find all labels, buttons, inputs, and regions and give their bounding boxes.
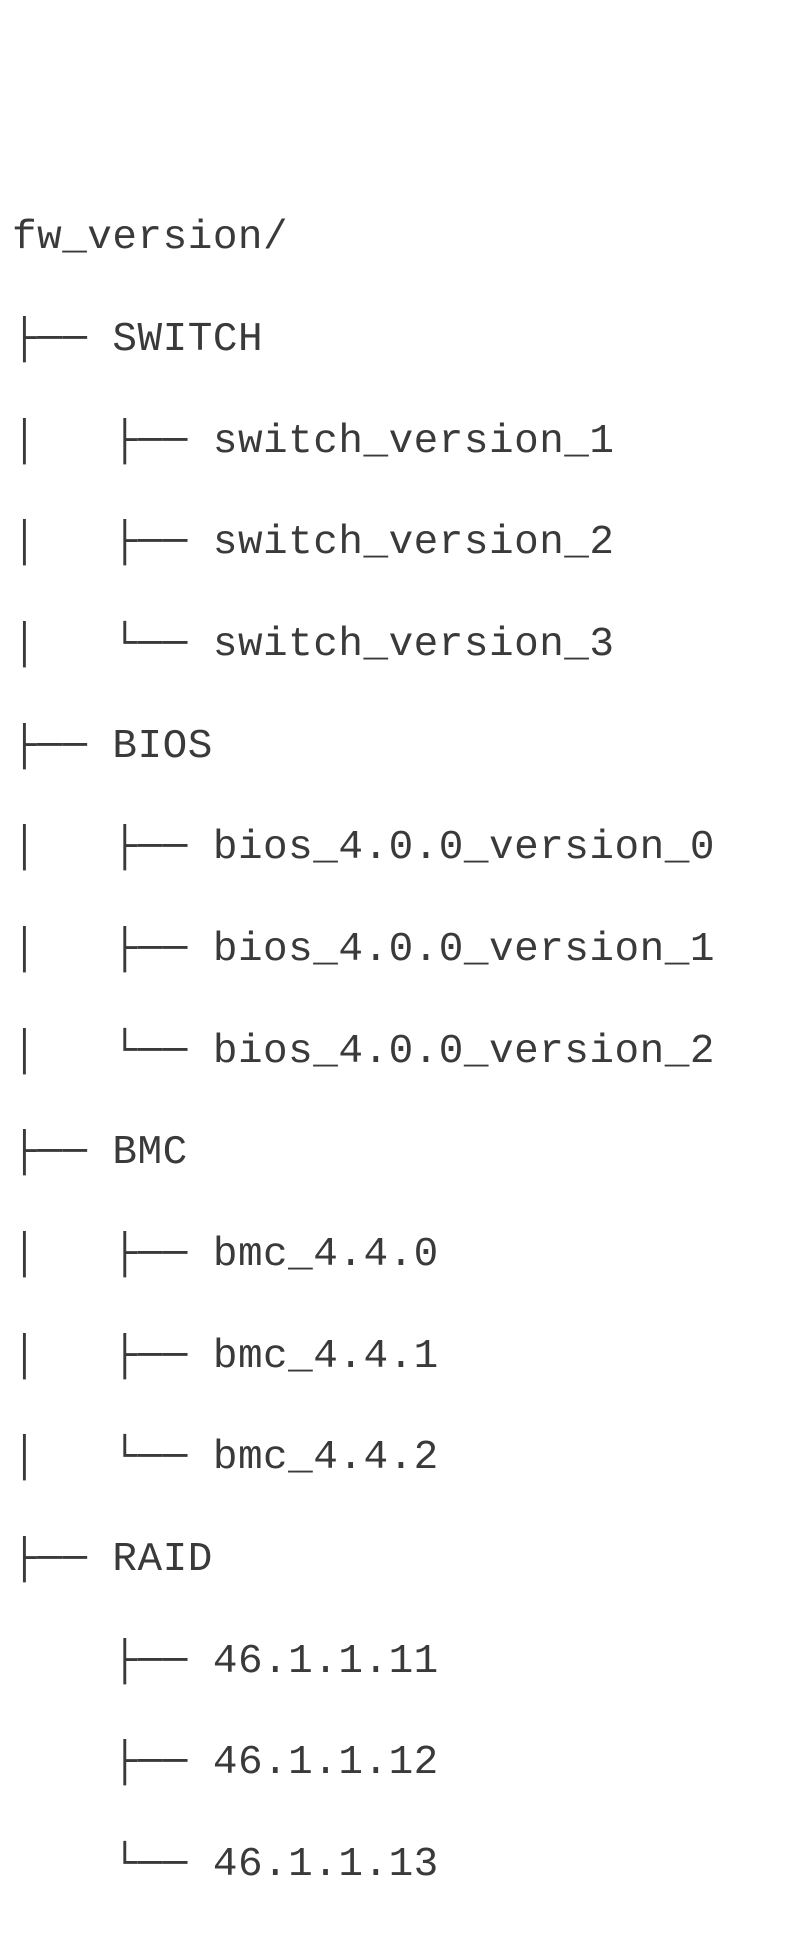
folder-label: BMC xyxy=(112,1130,187,1176)
file-raid-12: ├── 46.1.1.12 xyxy=(12,1738,800,1789)
folder-raid: ├── RAID xyxy=(12,1535,800,1586)
tree-root: fw_version/ xyxy=(12,213,800,264)
file-label: 46.1.1.13 xyxy=(213,1842,439,1888)
file-bios-version-1: │ ├── bios_4.0.0_version_1 xyxy=(12,925,800,976)
folder-label: BIOS xyxy=(112,724,212,770)
tree-pipe-icon: │ xyxy=(12,1232,112,1278)
tree-branch-icon: ├── xyxy=(112,419,212,465)
file-bios-version-0: │ ├── bios_4.0.0_version_0 xyxy=(12,823,800,874)
file-label: bmc_4.4.0 xyxy=(213,1232,439,1278)
tree-branch-icon: ├── xyxy=(112,825,212,871)
folder-bios: ├── BIOS xyxy=(12,722,800,773)
file-label: switch_version_3 xyxy=(213,622,615,668)
tree-branch-icon: ├── xyxy=(12,724,112,770)
tree-branch-icon: ├── xyxy=(12,1130,112,1176)
tree-pipe-icon: │ xyxy=(12,520,112,566)
file-label: bmc_4.4.2 xyxy=(213,1435,439,1481)
tree-pipe-icon: │ xyxy=(12,825,112,871)
file-label: bios_4.0.0_version_2 xyxy=(213,1029,715,1075)
file-bmc-440: │ ├── bmc_4.4.0 xyxy=(12,1230,800,1281)
file-label: 46.1.1.11 xyxy=(213,1639,439,1685)
tree-branch-icon: ├── xyxy=(12,317,112,363)
tree-pipe-icon: │ xyxy=(12,419,112,465)
folder-bmc: ├── BMC xyxy=(12,1128,800,1179)
tree-space-icon xyxy=(12,1639,112,1685)
file-bios-version-2: │ └── bios_4.0.0_version_2 xyxy=(12,1027,800,1078)
tree-branch-icon: ├── xyxy=(112,520,212,566)
tree-branch-icon: ├── xyxy=(112,1740,212,1786)
tree-pipe-icon: │ xyxy=(12,1435,112,1481)
tree-pipe-icon: │ xyxy=(12,1334,112,1380)
file-label: bmc_4.4.1 xyxy=(213,1334,439,1380)
tree-pipe-icon: │ xyxy=(12,1029,112,1075)
file-label: switch_version_1 xyxy=(213,419,615,465)
folder-switch: ├── SWITCH xyxy=(12,315,800,366)
file-raid-13: └── 46.1.1.13 xyxy=(12,1840,800,1891)
tree-last-icon: └── xyxy=(112,1029,212,1075)
file-switch-version-1: │ ├── switch_version_1 xyxy=(12,417,800,468)
file-label: bios_4.0.0_version_0 xyxy=(213,825,715,871)
file-raid-11: ├── 46.1.1.11 xyxy=(12,1637,800,1688)
tree-branch-icon: ├── xyxy=(112,927,212,973)
folder-label: RAID xyxy=(112,1537,212,1583)
tree-space-icon xyxy=(12,1740,112,1786)
tree-branch-icon: ├── xyxy=(12,1537,112,1583)
file-label: switch_version_2 xyxy=(213,520,615,566)
tree-pipe-icon: │ xyxy=(12,622,112,668)
file-switch-version-3: │ └── switch_version_3 xyxy=(12,620,800,671)
tree-branch-icon: ├── xyxy=(112,1334,212,1380)
file-label: bios_4.0.0_version_1 xyxy=(213,927,715,973)
file-switch-version-2: │ ├── switch_version_2 xyxy=(12,518,800,569)
tree-space-icon xyxy=(12,1842,112,1888)
tree-last-icon: └── xyxy=(112,622,212,668)
file-label: 46.1.1.12 xyxy=(213,1740,439,1786)
tree-branch-icon: ├── xyxy=(112,1232,212,1278)
file-bmc-441: │ ├── bmc_4.4.1 xyxy=(12,1332,800,1383)
tree-pipe-icon: │ xyxy=(12,927,112,973)
tree-last-icon: └── xyxy=(112,1842,212,1888)
folder-label: SWITCH xyxy=(112,317,263,363)
tree-last-icon: └── xyxy=(112,1435,212,1481)
tree-branch-icon: ├── xyxy=(112,1639,212,1685)
file-bmc-442: │ └── bmc_4.4.2 xyxy=(12,1433,800,1484)
